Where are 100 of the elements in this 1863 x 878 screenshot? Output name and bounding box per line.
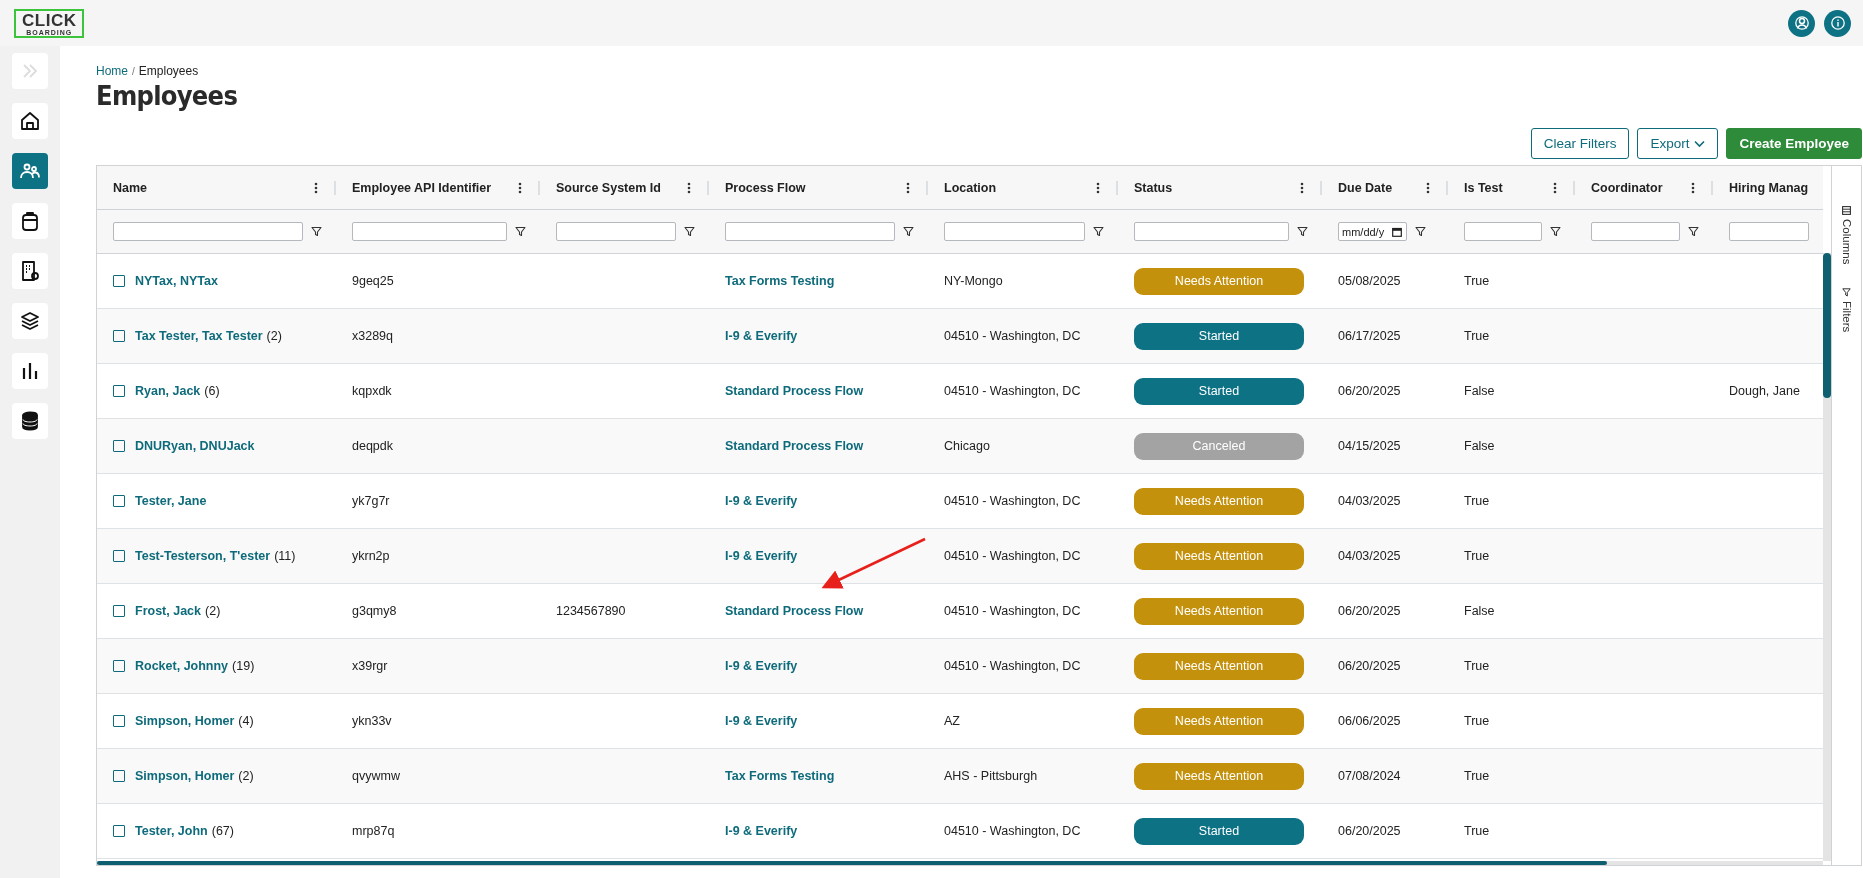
filter-icon[interactable]	[311, 226, 322, 237]
employee-name-link[interactable]: DNURyan, DNUJack	[135, 439, 255, 453]
employee-name-link[interactable]: Tester, John	[135, 824, 208, 838]
process-flow-link[interactable]: Standard Process Flow	[725, 604, 864, 618]
filters-panel-tab[interactable]: Filters	[1840, 288, 1853, 333]
table-cell: 1234567890	[556, 604, 626, 618]
column-menu-icon[interactable]	[906, 181, 910, 194]
employee-name-link[interactable]: NYTax, NYTax	[135, 274, 218, 288]
row-checkbox[interactable]	[113, 550, 125, 562]
breadcrumb-link[interactable]: Home	[96, 64, 128, 78]
info-icon[interactable]	[1824, 9, 1851, 37]
export-dropdown-button[interactable]: Export	[1637, 128, 1719, 159]
column-header[interactable]: Name	[113, 180, 148, 195]
home-icon[interactable]	[12, 103, 48, 139]
column-header[interactable]: Hiring Manag	[1729, 180, 1809, 195]
filter-field[interactable]	[1134, 222, 1289, 241]
status-badge: Needs Attention	[1134, 487, 1304, 515]
breadcrumb-current: Employees	[138, 64, 199, 78]
employee-name-link[interactable]: Simpson, Homer	[135, 714, 235, 728]
date-filter-field[interactable]: mm/dd/y	[1338, 222, 1407, 241]
filter-icon[interactable]	[515, 226, 526, 237]
clear-filters-button[interactable]: Clear Filters	[1530, 128, 1630, 159]
process-flow-link[interactable]: I-9 & Everify	[725, 549, 798, 563]
process-flow-link[interactable]: I-9 & Everify	[725, 659, 798, 673]
filter-icon[interactable]	[684, 226, 695, 237]
row-checkbox[interactable]	[113, 275, 125, 287]
filter-icon[interactable]	[903, 226, 914, 237]
column-menu-icon[interactable]	[314, 181, 318, 194]
process-flow-link[interactable]: Tax Forms Testing	[725, 274, 835, 288]
row-checkbox[interactable]	[113, 330, 125, 342]
filter-field[interactable]	[352, 222, 507, 241]
chevron-down-icon	[1694, 139, 1706, 148]
column-header[interactable]: Coordinator	[1591, 180, 1663, 195]
filter-field[interactable]	[1464, 222, 1542, 241]
column-menu-icon[interactable]	[518, 181, 522, 194]
employee-name-link[interactable]: Tax Tester, Tax Tester	[135, 329, 263, 343]
column-header[interactable]: Source System Id	[556, 180, 661, 195]
filter-field[interactable]	[1729, 222, 1809, 241]
row-checkbox[interactable]	[113, 605, 125, 617]
filter-field[interactable]	[944, 222, 1085, 241]
column-menu-icon[interactable]	[1300, 181, 1304, 194]
row-checkbox[interactable]	[113, 385, 125, 397]
filter-icon[interactable]	[1688, 226, 1699, 237]
filter-field[interactable]	[1591, 222, 1680, 241]
breadcrumb-separator: /	[132, 65, 135, 77]
column-header[interactable]: Employee API Identifier	[352, 180, 492, 195]
filter-field[interactable]	[113, 222, 303, 241]
clipboard-icon[interactable]	[12, 203, 48, 239]
process-flow-link[interactable]: Standard Process Flow	[725, 439, 864, 453]
process-flow-link[interactable]: Tax Forms Testing	[725, 769, 835, 783]
column-menu-icon[interactable]	[1553, 181, 1557, 194]
database-icon[interactable]	[12, 403, 48, 439]
employee-name-link[interactable]: Simpson, Homer	[135, 769, 235, 783]
process-flow-link[interactable]: I-9 & Everify	[725, 714, 798, 728]
filter-icon[interactable]	[1415, 226, 1426, 237]
process-flow-link[interactable]: I-9 & Everify	[725, 329, 798, 343]
row-checkbox[interactable]	[113, 440, 125, 452]
column-header[interactable]: Process Flow	[725, 180, 806, 195]
vertical-scrollbar[interactable]	[1823, 253, 1831, 398]
employee-name-link[interactable]: Ryan, Jack	[135, 384, 201, 398]
column-menu-icon[interactable]	[1691, 181, 1695, 194]
status-badge: Started	[1134, 322, 1304, 350]
column-header[interactable]: Location	[944, 180, 997, 195]
column-menu-icon[interactable]	[1426, 181, 1430, 194]
employee-name-link[interactable]: Test-Testerson, T'ester	[135, 549, 271, 563]
layers-icon[interactable]	[12, 303, 48, 339]
table-cell: False	[1464, 604, 1495, 618]
horizontal-scrollbar[interactable]	[97, 861, 1607, 865]
row-checkbox[interactable]	[113, 715, 125, 727]
employee-name-link[interactable]: Rocket, Johnny	[135, 659, 229, 673]
employee-name-link[interactable]: Frost, Jack	[135, 604, 201, 618]
table-cell: 06/20/2025	[1338, 384, 1401, 398]
process-flow-link[interactable]: I-9 & Everify	[725, 494, 798, 508]
record-count: (2)	[238, 769, 254, 783]
bar-chart-icon[interactable]	[12, 353, 48, 389]
people-icon[interactable]	[12, 153, 48, 189]
column-header[interactable]: Status	[1134, 180, 1173, 195]
row-checkbox[interactable]	[113, 770, 125, 782]
user-profile-icon[interactable]	[1788, 9, 1815, 37]
column-menu-icon[interactable]	[1096, 181, 1100, 194]
row-checkbox[interactable]	[113, 660, 125, 672]
row-checkbox[interactable]	[113, 825, 125, 837]
create-button[interactable]: Create Employee	[1726, 128, 1862, 159]
process-flow-link[interactable]: I-9 & Everify	[725, 824, 798, 838]
filter-field[interactable]	[556, 222, 676, 241]
filter-field[interactable]	[725, 222, 895, 241]
calendar-icon[interactable]	[1392, 226, 1402, 237]
row-checkbox[interactable]	[113, 495, 125, 507]
filter-icon[interactable]	[1550, 226, 1561, 237]
record-count: (19)	[232, 659, 255, 673]
process-flow-link[interactable]: Standard Process Flow	[725, 384, 864, 398]
employee-name-link[interactable]: Tester, Jane	[135, 494, 207, 508]
column-menu-icon[interactable]	[687, 181, 691, 194]
filter-icon[interactable]	[1093, 226, 1104, 237]
columns-panel-tab[interactable]: Columns	[1840, 206, 1853, 265]
building-gear-icon[interactable]	[12, 253, 48, 289]
filter-icon[interactable]	[1297, 226, 1308, 237]
column-header[interactable]: Is Test	[1464, 180, 1503, 195]
column-header[interactable]: Due Date	[1338, 180, 1393, 195]
table-cell: yk7g7r	[352, 494, 390, 508]
